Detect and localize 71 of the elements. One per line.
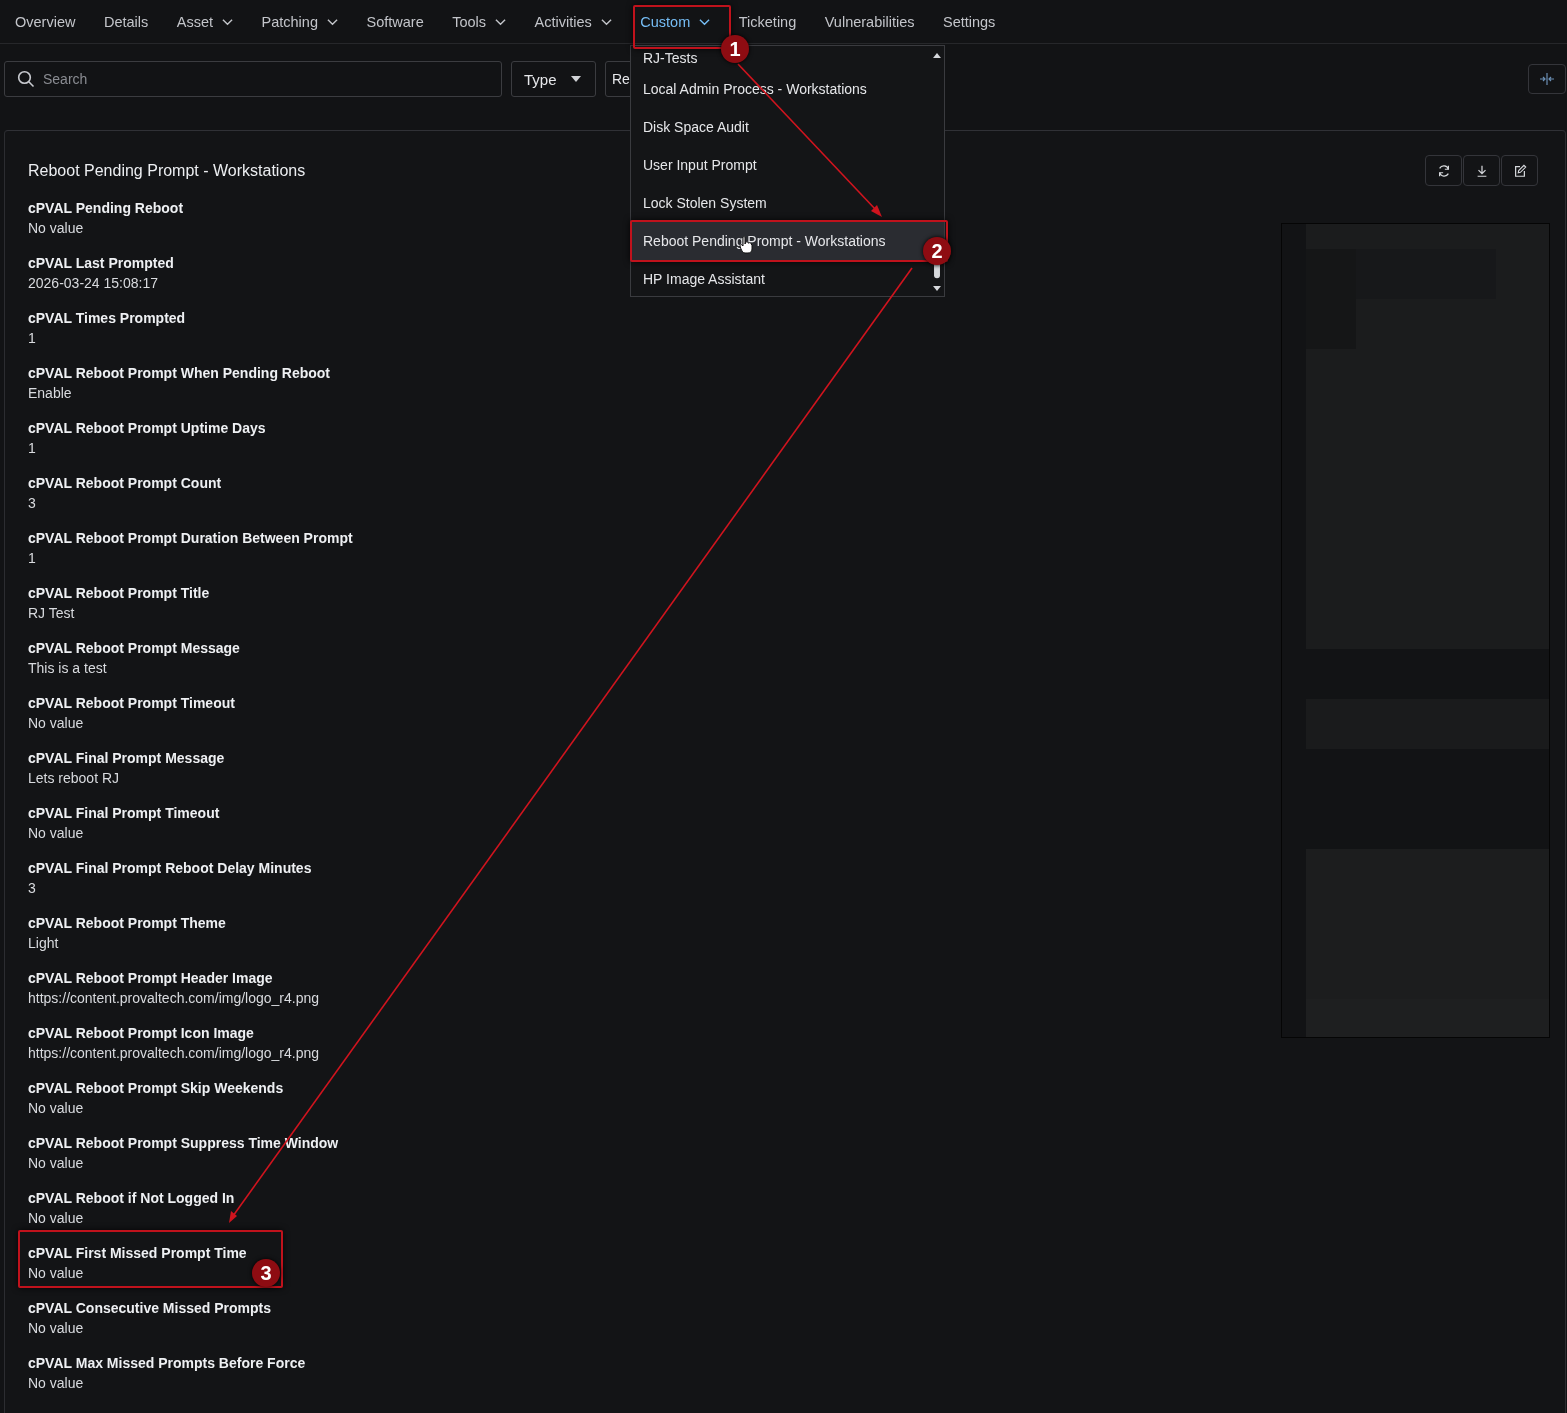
menu-item[interactable]: User Input Prompt: [631, 146, 944, 184]
nav-tab[interactable]: Overview: [15, 3, 76, 40]
panel-title: Reboot Pending Prompt - Workstations: [28, 161, 306, 180]
field-value: 1: [28, 439, 36, 458]
field-value: https://content.provaltech.com/img/logo_r4.png: [28, 989, 320, 1008]
download-button[interactable]: [1463, 155, 1500, 186]
nav-tab[interactable]: Vulnerabilities: [824, 3, 915, 40]
type-dropdown-button[interactable]: Type: [511, 61, 596, 97]
field-value: 1: [28, 329, 36, 348]
field-label: cPVAL Pending Reboot: [28, 199, 184, 218]
field-value: This is a test: [28, 659, 107, 678]
field-value: Lets reboot RJ: [28, 769, 120, 788]
field-value: No value: [28, 1264, 84, 1283]
field-label: cPVAL Reboot Prompt Suppress Time Window: [28, 1134, 339, 1153]
nav-tab[interactable]: Tools: [452, 3, 507, 40]
field-value: Light: [28, 934, 59, 953]
nav-tab[interactable]: Patching: [261, 3, 338, 40]
refresh-button[interactable]: [1425, 155, 1462, 186]
nav-tab[interactable]: Activities: [534, 3, 612, 40]
field-value: No value: [28, 1374, 84, 1393]
field-label: cPVAL First Missed Prompt Time: [28, 1244, 247, 1263]
step-number: 1: [721, 35, 749, 63]
field-label: cPVAL Reboot Prompt Message: [28, 639, 240, 658]
field-value: 1: [28, 549, 36, 568]
field-value: 2026-03-24 15:08:17: [28, 274, 158, 293]
edit-icon: [1512, 163, 1527, 178]
field-value: https://content.provaltech.com/img/logo_r4.png: [28, 1044, 320, 1063]
field-value: 3: [28, 494, 36, 513]
field-label: cPVAL Reboot Prompt Timeout: [28, 694, 235, 713]
nav-tab[interactable]: Details: [103, 3, 149, 40]
field-value: No value: [28, 714, 84, 733]
field-label: cPVAL Final Prompt Timeout: [28, 804, 220, 823]
caret-icon: [570, 76, 581, 82]
field-label: cPVAL Reboot Prompt Duration Between Prompt: [28, 529, 353, 548]
menu-item[interactable]: RJ-Tests: [631, 46, 706, 70]
nav-tab[interactable]: Asset: [176, 3, 234, 40]
field-label: cPVAL Reboot Prompt Title: [28, 584, 210, 603]
field-label: cPVAL Reboot Prompt Skip Weekends: [28, 1079, 284, 1098]
menu-item[interactable]: Disk Space Audit: [631, 108, 944, 146]
field-value: Enable: [28, 384, 72, 403]
field-value: No value: [28, 1209, 84, 1228]
field-label: cPVAL Reboot Prompt Count: [28, 474, 222, 493]
field-value: No value: [28, 1319, 84, 1338]
field-label: cPVAL Reboot Prompt Icon Image: [28, 1024, 254, 1043]
nav-tab[interactable]: Software: [366, 3, 424, 40]
field-label: cPVAL Reboot if Not Logged In: [28, 1189, 235, 1208]
field-label: cPVAL Reboot Prompt Uptime Days: [28, 419, 266, 438]
field-label: cPVAL Reboot Prompt When Pending Reboot: [28, 364, 331, 383]
menu-item[interactable]: Lock Stolen System: [631, 184, 944, 222]
field-value: No value: [28, 219, 84, 238]
field-value: No value: [28, 1154, 84, 1173]
refresh-icon: [1436, 163, 1451, 178]
collapse-icon: [1539, 73, 1555, 85]
collapse-button[interactable]: [1528, 64, 1566, 94]
field-label: cPVAL Max Missed Prompts Before Force: [28, 1354, 306, 1373]
field-value: 3: [28, 879, 36, 898]
field-label: cPVAL Reboot Prompt Theme: [28, 914, 226, 933]
field-label: cPVAL Times Prompted: [28, 309, 186, 328]
search-icon: [17, 70, 35, 88]
nav-tab[interactable]: Custom: [634, 3, 717, 40]
field-value: No value: [28, 824, 84, 843]
search-field[interactable]: Search: [4, 61, 502, 97]
field-value: RJ Test: [28, 604, 75, 623]
field-label: cPVAL Last Prompted: [28, 254, 174, 273]
field-label: cPVAL Consecutive Missed Prompts: [28, 1299, 271, 1318]
field-label: cPVAL Final Prompt Reboot Delay Minutes: [28, 859, 312, 878]
field-value: No value: [28, 1099, 84, 1118]
nav-tab[interactable]: Settings: [942, 3, 996, 40]
field-label: cPVAL Final Prompt Message: [28, 749, 225, 768]
edit-button[interactable]: [1501, 155, 1538, 186]
field-label: cPVAL Reboot Prompt Header Image: [28, 969, 273, 988]
